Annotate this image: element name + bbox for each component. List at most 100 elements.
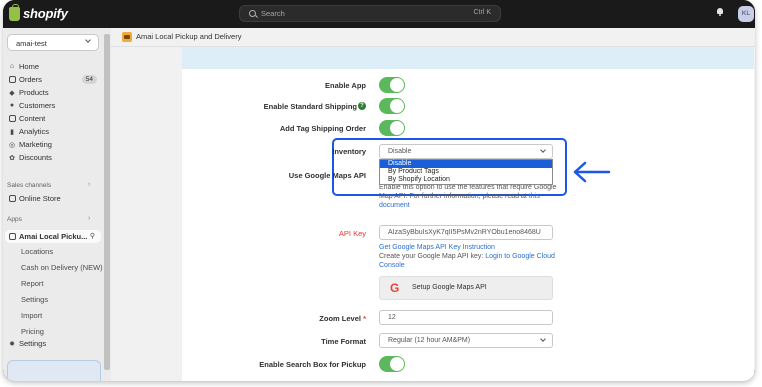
setup-button-label: Setup Google Maps API [412,284,487,291]
app-icon [8,230,16,243]
sidebar-subitem-pricing[interactable]: Pricing [21,327,44,336]
inventory-select[interactable]: Disable [379,144,553,159]
maps-doc-link[interactable]: this [529,193,540,200]
sidebar-notice-card[interactable] [7,360,101,381]
google-cloud-link-2[interactable]: Console [379,262,405,269]
api-key-value: AIzaSyBbuIsXyK7qII5PsMv2nRYObu1eno8468U [388,229,541,236]
store-selector[interactable]: amai-test [7,34,99,51]
tag-icon: ◆ [9,89,15,97]
sidebar-item-discounts[interactable]: ✿ Discounts [5,151,101,164]
section-label: Apps [7,216,22,223]
settings-panel [182,47,754,381]
shopify-logo[interactable]: shopify [9,3,68,21]
sidebar: amai-test ⌂ Home Orders 54 ◆ Products ● … [3,28,111,381]
bar-chart-icon: ▮ [10,128,14,136]
gear-icon: ✹ [9,340,15,348]
sidebar-item-label: Products [19,88,49,97]
inventory-option-shopify-location[interactable]: By Shopify Location [380,176,552,184]
time-format-select[interactable]: Regular (12 hour AM&PM) [379,333,553,348]
google-cloud-link[interactable]: Login to Google Cloud [485,253,555,260]
sidebar-subitem-cod[interactable]: Cash on Delivery (NEW) [21,263,103,272]
sidebar-item-label: Amai Local Picku... [19,232,88,241]
maps-help-text: Enable this option to use the features t… [379,183,557,210]
sidebar-item-settings[interactable]: ✹ Settings [5,337,101,350]
info-banner [182,47,754,69]
zoom-level-text: Zoom Level [319,314,361,323]
sidebar-item-online-store[interactable]: Online Store [5,192,101,205]
sidebar-subitem-settings[interactable]: Settings [21,295,48,304]
sidebar-item-label: Marketing [19,140,52,149]
sidebar-item-marketing[interactable]: ◎ Marketing [5,138,101,151]
search-placeholder: Search [261,9,285,18]
discount-icon: ✿ [9,154,15,162]
zoom-level-label: Zoom Level * [283,314,366,323]
sidebar-item-analytics[interactable]: ▮ Analytics [5,125,101,138]
app-title: Amai Local Pickup and Delivery [136,32,242,41]
sidebar-item-label: Customers [19,101,56,110]
sidebar-item-products[interactable]: ◆ Products [5,86,101,99]
sidebar-item-label: Orders [19,75,42,84]
sidebar-item-amai-app[interactable]: Amai Local Picku... ⚲ [5,230,101,243]
search-input[interactable]: Search Ctrl K [239,5,501,22]
arrow-left-icon [573,161,611,183]
orders-icon [8,73,16,86]
sidebar-item-label: Settings [19,339,47,348]
api-key-label: API Key [338,229,366,238]
google-icon: G [390,281,400,295]
apps-header[interactable]: Apps › [7,215,90,223]
inventory-select-value: Disable [388,148,412,155]
sidebar-item-orders[interactable]: Orders 54 [5,73,101,86]
sidebar-item-label: Analytics [19,127,50,136]
chevron-down-icon [85,37,91,43]
zoom-level-input[interactable]: 12 [379,310,553,325]
sidebar-item-customers[interactable]: ● Customers [5,99,101,112]
enable-standard-shipping-toggle[interactable] [379,98,405,114]
inventory-option-product-tags[interactable]: By Product Tags [380,168,552,176]
enable-app-toggle[interactable] [379,77,405,93]
sales-channels-header[interactable]: Sales channels › [7,181,90,189]
api-help-line: Create your Google Map API key: [379,253,486,260]
api-key-input[interactable]: AIzaSyBbuIsXyK7qII5PsMv2nRYObu1eno8468U [379,225,553,240]
get-api-key-link[interactable]: Get Google Maps API Key Instruction [379,244,495,251]
sidebar-item-label: Content [19,114,46,123]
app-header: Amai Local Pickup and Delivery [111,28,755,47]
inventory-label: Inventory [332,147,366,156]
setup-google-maps-button[interactable]: G Setup Google Maps API [379,276,553,300]
use-google-maps-label: Use Google Maps API [288,171,366,180]
section-label: Sales channels [7,182,52,189]
required-marker: * [363,314,366,323]
sidebar-subitem-locations[interactable]: Locations [21,247,53,256]
help-icon[interactable]: ? [358,102,366,110]
content-gutter [111,47,181,381]
sidebar-subitem-import[interactable]: Import [21,311,42,320]
avatar[interactable]: KL [738,6,754,22]
search-icon [249,10,256,17]
sidebar-item-label: Home [19,62,40,71]
inventory-dropdown: Disable By Product Tags By Shopify Locat… [379,159,553,185]
sidebar-item-label: Discounts [19,153,52,162]
add-tag-shipping-toggle[interactable] [379,120,405,136]
chevron-down-icon [540,147,546,153]
person-icon: ● [9,102,15,109]
brand-name: shopify [23,6,68,21]
bell-icon[interactable] [716,8,724,16]
enable-standard-shipping-label: Enable Standard Shipping [263,102,357,111]
sidebar-scrollbar[interactable] [104,34,110,370]
zoom-level-value: 12 [388,314,396,321]
api-help-text: Get Google Maps API Key Instruction Crea… [379,243,557,270]
inventory-option-disable[interactable]: Disable [380,160,552,168]
home-icon: ⌂ [9,63,15,70]
enable-search-box-toggle[interactable] [379,356,405,372]
chevron-down-icon [540,336,546,342]
maps-help-line-2: Map API. For further information, please… [379,193,529,200]
chevron-right-icon: › [88,181,91,188]
sidebar-subitem-report[interactable]: Report [21,279,44,288]
store-icon [8,192,16,205]
time-format-value: Regular (12 hour AM&PM) [388,337,471,344]
sidebar-item-content[interactable]: Content [5,112,101,125]
enable-search-box-label: Enable Search Box for Pickup [259,360,366,369]
store-name: amai-test [16,39,47,48]
sidebar-item-home[interactable]: ⌂ Home [5,60,101,73]
pin-icon[interactable]: ⚲ [90,232,95,240]
maps-doc-link-2[interactable]: document [379,202,410,209]
